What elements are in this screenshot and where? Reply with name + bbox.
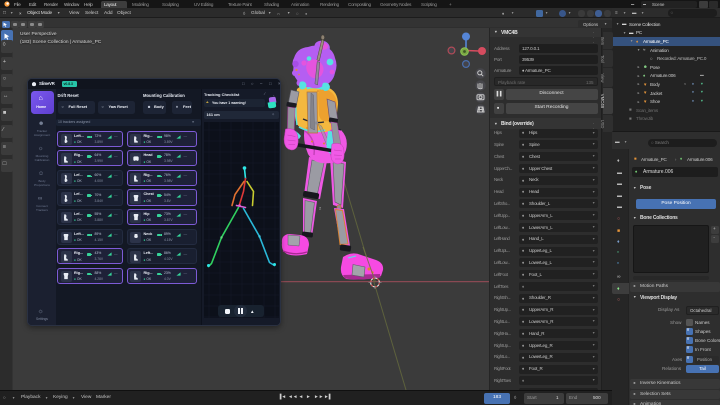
svg-text:2: 2 xyxy=(319,206,322,211)
